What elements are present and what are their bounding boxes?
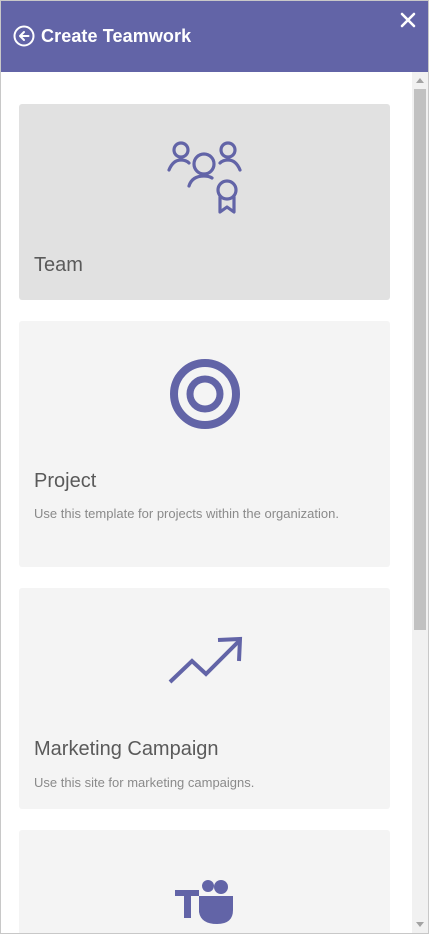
template-card-marketing-campaign[interactable]: Marketing Campaign Use this site for mar… xyxy=(19,588,390,809)
back-button[interactable] xyxy=(13,25,35,47)
target-icon xyxy=(169,359,240,429)
back-arrow-circle-icon xyxy=(13,25,35,47)
template-card-team[interactable]: Team xyxy=(19,104,390,300)
close-button[interactable] xyxy=(400,12,416,28)
template-title: Team xyxy=(34,254,83,276)
page-title: Create Teamwork xyxy=(41,26,192,46)
template-title: Project xyxy=(34,470,97,492)
close-icon xyxy=(400,12,416,28)
template-card-teams[interactable] xyxy=(19,830,390,933)
create-teamwork-panel: Create Teamwork Team Project Use this te… xyxy=(0,0,429,934)
template-card-project[interactable]: Project Use this template for projects w… xyxy=(19,321,390,567)
template-title: Marketing Campaign xyxy=(34,738,219,760)
microsoft-teams-icon xyxy=(174,880,233,924)
trending-up-arrow-icon xyxy=(168,636,242,684)
team-people-badge-icon xyxy=(166,141,242,214)
template-list[interactable]: Team Project Use this template for proje… xyxy=(1,72,412,933)
scrollbar[interactable] xyxy=(412,72,428,933)
scroll-down-arrow-icon[interactable] xyxy=(416,922,424,927)
header-bar: Create Teamwork xyxy=(1,1,428,72)
scroll-up-arrow-icon[interactable] xyxy=(416,78,424,83)
template-description: Use this template for projects within th… xyxy=(34,506,339,521)
scrollbar-thumb[interactable] xyxy=(414,89,426,630)
template-description: Use this site for marketing campaigns. xyxy=(34,775,255,790)
